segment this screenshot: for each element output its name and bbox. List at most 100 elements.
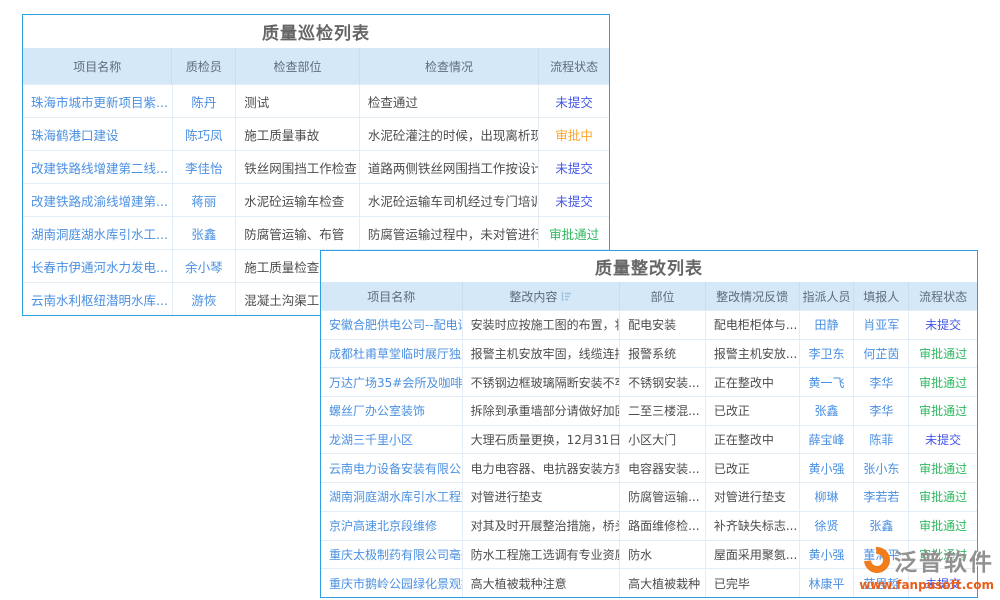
header-assignee: 指派人员 bbox=[800, 282, 855, 310]
watermark: 泛普软件 www.fanpusoft.com bbox=[859, 543, 994, 592]
table-row: 湖南洞庭湖水库引水工... 张鑫 防腐管运输、布管 防腐管运输过程中，未对管进行… bbox=[23, 216, 609, 249]
header-part: 部位 bbox=[620, 282, 706, 310]
assignee-link[interactable]: 薛宝峰 bbox=[800, 426, 855, 454]
assignee-link[interactable]: 田静 bbox=[800, 311, 855, 339]
table-row: 改建铁路成渝线增建第... 蒋丽 水泥砼运输车检查 水泥砼运输车司机经过专门培训… bbox=[23, 183, 609, 216]
status-text: 审批中 bbox=[539, 118, 609, 150]
rectify-content: 对管进行垫支 bbox=[463, 483, 621, 511]
inspector-link[interactable]: 张鑫 bbox=[173, 217, 237, 249]
project-name-link[interactable]: 珠海市城市更新项目紫... bbox=[23, 85, 173, 117]
project-name-link[interactable]: 湖南洞庭湖水库引水工... bbox=[23, 217, 173, 249]
part: 电容器安装... bbox=[620, 454, 706, 482]
project-name-link[interactable]: 龙湖三千里小区 bbox=[321, 426, 463, 454]
status-text: 未提交 bbox=[539, 85, 609, 117]
table-row: 安徽合肥供电公司--配电设备... 安装时应按施工图的布置，将... 配电安装 … bbox=[321, 310, 977, 339]
project-name-link[interactable]: 京沪高速北京段维修 bbox=[321, 512, 463, 540]
assignee-link[interactable]: 林康平 bbox=[800, 569, 855, 597]
header-reporter: 填报人 bbox=[854, 282, 909, 310]
table-row: 万达广场35#会所及咖啡厅空... 不锈钢边框玻璃隔断安装不牢... 不锈钢安装… bbox=[321, 367, 977, 396]
feedback: 报警主机安放... bbox=[706, 340, 800, 368]
table-row: 改建铁路线增建第二线... 李佳怡 铁丝网围挡工作检查 道路两侧铁丝网围挡工作按… bbox=[23, 150, 609, 183]
reporter-link[interactable]: 肖亚军 bbox=[854, 311, 909, 339]
project-name-link[interactable]: 安徽合肥供电公司--配电设备... bbox=[321, 311, 463, 339]
project-name-link[interactable]: 重庆太极制药有限公司亳州中... bbox=[321, 541, 463, 569]
part: 二至三楼混... bbox=[620, 397, 706, 425]
assignee-link[interactable]: 柳琳 bbox=[800, 483, 855, 511]
inspector-link[interactable]: 游恢 bbox=[173, 283, 237, 315]
header-rectify-content-label: 整改内容 bbox=[509, 288, 557, 305]
project-name-link[interactable]: 云南电力设备安装有限公司20... bbox=[321, 454, 463, 482]
reporter-link[interactable]: 李华 bbox=[854, 368, 909, 396]
watermark-brand: 泛普软件 bbox=[894, 543, 994, 577]
part: 小区大门 bbox=[620, 426, 706, 454]
inspection-part: 测试 bbox=[236, 85, 360, 117]
project-name-link[interactable]: 万达广场35#会所及咖啡厅空... bbox=[321, 368, 463, 396]
header-status: 流程状态 bbox=[539, 48, 609, 84]
fanpu-logo-icon bbox=[859, 542, 896, 579]
feedback: 正在整改中 bbox=[706, 368, 800, 396]
header-project-name: 项目名称 bbox=[23, 48, 172, 84]
project-name-link[interactable]: 长春市伊通河水力发电... bbox=[23, 250, 173, 282]
table-row: 珠海鹤港口建设 陈巧凤 施工质量事故 水泥砼灌注的时候，出现离析现象 审批中 bbox=[23, 117, 609, 150]
feedback: 已改正 bbox=[706, 454, 800, 482]
header-rectify-content[interactable]: 整改内容 bbox=[463, 282, 621, 310]
assignee-link[interactable]: 徐贤 bbox=[800, 512, 855, 540]
project-name-link[interactable]: 湖南洞庭湖水库引水工程施工I标 bbox=[321, 483, 463, 511]
header-feedback: 整改情况反馈 bbox=[706, 282, 800, 310]
rectify-content: 报警主机安放牢固，线缆连接... bbox=[463, 340, 621, 368]
part: 不锈钢安装... bbox=[620, 368, 706, 396]
reporter-link[interactable]: 李华 bbox=[854, 397, 909, 425]
status-text: 审批通过 bbox=[909, 454, 977, 482]
rectification-table-title: 质量整改列表 bbox=[321, 251, 977, 282]
project-name-link[interactable]: 改建铁路成渝线增建第... bbox=[23, 184, 173, 216]
project-name-link[interactable]: 重庆市鹅岭公园绿化景观提升... bbox=[321, 569, 463, 597]
inspection-part: 施工质量事故 bbox=[236, 118, 360, 150]
reporter-link[interactable]: 李若若 bbox=[854, 483, 909, 511]
header-status: 流程状态 bbox=[909, 282, 977, 310]
reporter-link[interactable]: 何芷茵 bbox=[854, 340, 909, 368]
inspector-link[interactable]: 陈巧凤 bbox=[173, 118, 237, 150]
status-text: 未提交 bbox=[909, 311, 977, 339]
status-text: 审批通过 bbox=[909, 340, 977, 368]
inspector-link[interactable]: 蒋丽 bbox=[173, 184, 237, 216]
status-text: 审批通过 bbox=[539, 217, 609, 249]
inspection-situation: 水泥砼运输车司机经过专门培训... bbox=[360, 184, 539, 216]
reporter-link[interactable]: 陈菲 bbox=[854, 426, 909, 454]
rectification-table-header: 项目名称 整改内容 部位 整改情况反馈 指派人员 填报人 流程状态 bbox=[321, 282, 977, 310]
feedback: 配电柜柜体与... bbox=[706, 311, 800, 339]
project-name-link[interactable]: 成都杜甫草堂临时展厅独立展... bbox=[321, 340, 463, 368]
table-row: 成都杜甫草堂临时展厅独立展... 报警主机安放牢固，线缆连接... 报警系统 报… bbox=[321, 339, 977, 368]
status-text: 未提交 bbox=[909, 426, 977, 454]
sort-icon[interactable] bbox=[561, 291, 572, 302]
header-inspection-situation: 检查情况 bbox=[360, 48, 539, 84]
assignee-link[interactable]: 黄一飞 bbox=[800, 368, 855, 396]
rectify-content: 不锈钢边框玻璃隔断安装不牢... bbox=[463, 368, 621, 396]
inspector-link[interactable]: 李佳怡 bbox=[173, 151, 237, 183]
inspector-link[interactable]: 陈丹 bbox=[173, 85, 237, 117]
assignee-link[interactable]: 张鑫 bbox=[800, 397, 855, 425]
table-row: 珠海市城市更新项目紫... 陈丹 测试 检查通过 未提交 bbox=[23, 84, 609, 117]
table-row: 螺丝厂办公室装饰 拆除到承重墙部分请做好加固... 二至三楼混... 已改正 张… bbox=[321, 396, 977, 425]
assignee-link[interactable]: 黄小强 bbox=[800, 454, 855, 482]
table-row: 龙湖三千里小区 大理石质量更换，12月31日之... 小区大门 正在整改中 薛宝… bbox=[321, 425, 977, 454]
inspector-link[interactable]: 余小琴 bbox=[173, 250, 237, 282]
reporter-link[interactable]: 张鑫 bbox=[854, 512, 909, 540]
rectify-content: 拆除到承重墙部分请做好加固... bbox=[463, 397, 621, 425]
inspection-table-header: 项目名称 质检员 检查部位 检查情况 流程状态 bbox=[23, 48, 609, 84]
table-row: 云南电力设备安装有限公司20... 电力电容器、电抗器安装方案,... 电容器安… bbox=[321, 453, 977, 482]
status-text: 未提交 bbox=[539, 184, 609, 216]
assignee-link[interactable]: 黄小强 bbox=[800, 541, 855, 569]
header-inspection-part: 检查部位 bbox=[236, 48, 360, 84]
feedback: 已完毕 bbox=[706, 569, 800, 597]
project-name-link[interactable]: 改建铁路线增建第二线... bbox=[23, 151, 173, 183]
table-row: 京沪高速北京段维修 对其及时开展整治措施，桥头... 路面维修检... 补齐缺失… bbox=[321, 511, 977, 540]
project-name-link[interactable]: 珠海鹤港口建设 bbox=[23, 118, 173, 150]
assignee-link[interactable]: 李卫东 bbox=[800, 340, 855, 368]
project-name-link[interactable]: 云南水利枢纽潜明水库... bbox=[23, 283, 173, 315]
status-text: 未提交 bbox=[539, 151, 609, 183]
inspection-situation: 防腐管运输过程中，未对管进行... bbox=[360, 217, 539, 249]
feedback: 对管进行垫支 bbox=[706, 483, 800, 511]
project-name-link[interactable]: 螺丝厂办公室装饰 bbox=[321, 397, 463, 425]
reporter-link[interactable]: 张小东 bbox=[854, 454, 909, 482]
feedback: 已改正 bbox=[706, 397, 800, 425]
